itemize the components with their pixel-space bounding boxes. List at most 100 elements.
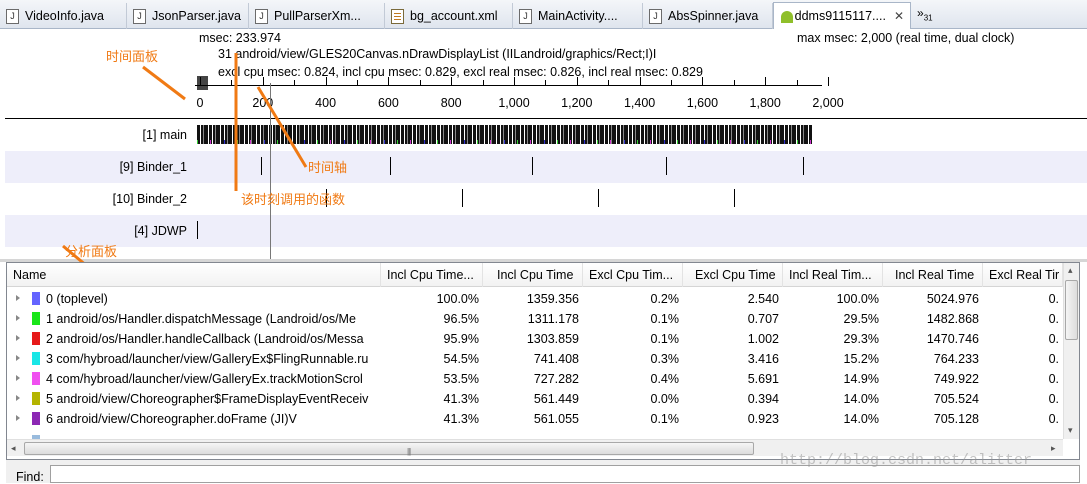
value-cell: 95.9%: [443, 332, 479, 346]
tab-ddms-trace[interactable]: ddms9115117.... ✕: [773, 2, 911, 29]
tab-jsonparser-java[interactable]: J JsonParser.java: [127, 3, 249, 29]
table-row[interactable]: 0 (toplevel) 100.0% 1359.356 0.2% 2.540 100.0…: [7, 289, 1079, 309]
row-color-swatch: [32, 352, 40, 365]
value-cell: 741.408: [533, 352, 579, 366]
table-row[interactable]: 2 android/os/Handler.handleCallback (Lan…: [7, 329, 1079, 349]
table-row[interactable]: 6 android/view/Choreographer.doFrame (JI…: [7, 409, 1079, 429]
scroll-left-icon[interactable]: ◂: [11, 443, 16, 454]
row-color-swatch: [32, 412, 40, 425]
column-header-name[interactable]: Name: [7, 263, 381, 287]
value-cell: 100.0%: [836, 292, 879, 306]
tab-label: MainActivity....: [538, 9, 618, 23]
value-cell: 1311.178: [527, 312, 579, 326]
value-cell: 54.5%: [443, 352, 479, 366]
close-tab-icon[interactable]: ✕: [894, 9, 904, 23]
java-file-icon: J: [6, 8, 19, 24]
column-header-incl-real-time[interactable]: Incl Real Time: [883, 263, 983, 287]
tab-label: AbsSpinner.java: [668, 9, 759, 23]
scroll-up-icon[interactable]: ▴: [1068, 265, 1073, 276]
value-cell: 14.0%: [843, 392, 879, 406]
value-cell: 0.3%: [650, 352, 680, 366]
column-header-excl-cpu-pct[interactable]: Excl Cpu Tim...: [583, 263, 683, 287]
arrow-time-panel: [142, 65, 186, 101]
xml-file-icon: [391, 8, 404, 24]
annotation-time-panel: 时间面板: [106, 49, 159, 64]
value-cell: 1359.356: [526, 292, 579, 306]
overflow-count: 31: [923, 13, 933, 23]
value-cell: 0.: [1048, 392, 1059, 406]
android-icon: [780, 9, 793, 23]
value-cell: 100.0%: [436, 292, 479, 306]
column-header-excl-real-time[interactable]: Excl Real Tir: [983, 263, 1063, 287]
value-cell: 0.: [1048, 292, 1059, 306]
vertical-scrollbar[interactable]: ▴ ▾: [1063, 263, 1079, 439]
value-cell: 1470.746: [926, 332, 979, 346]
method-name-cell: 0 (toplevel): [46, 292, 108, 306]
expand-arrow-icon[interactable]: [16, 295, 20, 301]
method-name-cell: 6 android/view/Choreographer.doFrame (JI…: [46, 412, 297, 426]
value-cell: 1.002: [747, 332, 779, 346]
expand-arrow-icon[interactable]: [16, 375, 20, 381]
scroll-down-icon[interactable]: ▾: [1068, 425, 1073, 436]
find-label: Find:: [16, 470, 44, 484]
value-cell: 0.: [1048, 372, 1059, 386]
value-cell: 0.: [1048, 352, 1059, 366]
value-cell: 0.2%: [650, 292, 680, 306]
annotation-time-axis: 时间轴: [308, 160, 348, 175]
column-header-incl-cpu-pct[interactable]: Incl Cpu Time...: [381, 263, 483, 287]
value-cell: 14.0%: [843, 412, 879, 426]
expand-arrow-icon[interactable]: [16, 415, 20, 421]
method-name-cell: 4 com/hybroad/launcher/view/GalleryEx.tr…: [46, 372, 363, 386]
column-header-excl-cpu-time[interactable]: Excl Cpu Time: [683, 263, 783, 287]
tab-overflow-button[interactable]: »31: [917, 6, 933, 22]
java-file-icon: J: [133, 8, 146, 24]
value-cell: 29.3%: [843, 332, 879, 346]
table-row[interactable]: 3 com/hybroad/launcher/view/GalleryEx$Fl…: [7, 349, 1079, 369]
method-name-cell: 5 android/view/Choreographer$FrameDispla…: [46, 392, 369, 406]
tab-absspinner-java[interactable]: J AbsSpinner.java: [643, 3, 773, 29]
value-cell: 0.1%: [650, 412, 680, 426]
value-cell: 749.922: [933, 372, 979, 386]
value-cell: 764.233: [933, 352, 979, 366]
vertical-scroll-thumb[interactable]: [1065, 280, 1078, 340]
value-cell: 0.707: [747, 312, 779, 326]
chevron-right-icon: »: [917, 6, 924, 20]
row-color-swatch: [32, 392, 40, 405]
table-row[interactable]: 4 com/hybroad/launcher/view/GalleryEx.tr…: [7, 369, 1079, 389]
value-cell: 15.2%: [843, 352, 879, 366]
value-cell: 705.524: [933, 392, 979, 406]
value-cell: 1303.859: [526, 332, 579, 346]
annotation-arrows: [142, 53, 308, 191]
grip-icon: |||: [407, 447, 411, 456]
value-cell: 705.128: [933, 412, 979, 426]
table-row[interactable]: 1 android/os/Handler.dispatchMessage (La…: [7, 309, 1079, 329]
tab-label: VideoInfo.java: [25, 9, 104, 23]
value-cell: 0.1%: [650, 332, 680, 346]
value-cell: 0.: [1048, 332, 1059, 346]
row-color-swatch: [32, 332, 40, 345]
expand-arrow-icon[interactable]: [16, 355, 20, 361]
java-file-icon: J: [255, 8, 268, 24]
value-cell: 561.449: [533, 392, 579, 406]
tab-label: PullParserXm...: [274, 9, 361, 23]
horizontal-scroll-thumb[interactable]: |||: [24, 442, 754, 456]
profile-table: Name Incl Cpu Time... Incl Cpu Time Excl…: [6, 262, 1080, 460]
row-color-swatch: [32, 372, 40, 385]
column-header-incl-cpu-time[interactable]: Incl Cpu Time: [483, 263, 583, 287]
expand-arrow-icon[interactable]: [16, 395, 20, 401]
column-header-incl-real-pct[interactable]: Incl Real Tim...: [783, 263, 883, 287]
tab-pullparser[interactable]: J PullParserXm...: [249, 3, 385, 29]
value-cell: 0.: [1048, 312, 1059, 326]
value-cell: 0.394: [747, 392, 779, 406]
expand-arrow-icon[interactable]: [16, 315, 20, 321]
value-cell: 2.540: [747, 292, 779, 306]
tab-label: JsonParser.java: [152, 9, 241, 23]
table-row[interactable]: 5 android/view/Choreographer$FrameDispla…: [7, 389, 1079, 409]
value-cell: 96.5%: [443, 312, 479, 326]
expand-arrow-icon[interactable]: [16, 335, 20, 341]
tab-videoinfo-java[interactable]: J VideoInfo.java: [0, 3, 127, 29]
scroll-right-icon[interactable]: ▸: [1051, 443, 1056, 454]
timeline-panel: msec: 233.974 max msec: 2,000 (real time…: [0, 29, 1087, 262]
tab-bg-account-xml[interactable]: bg_account.xml: [385, 3, 513, 29]
tab-mainactivity[interactable]: J MainActivity....: [513, 3, 643, 29]
